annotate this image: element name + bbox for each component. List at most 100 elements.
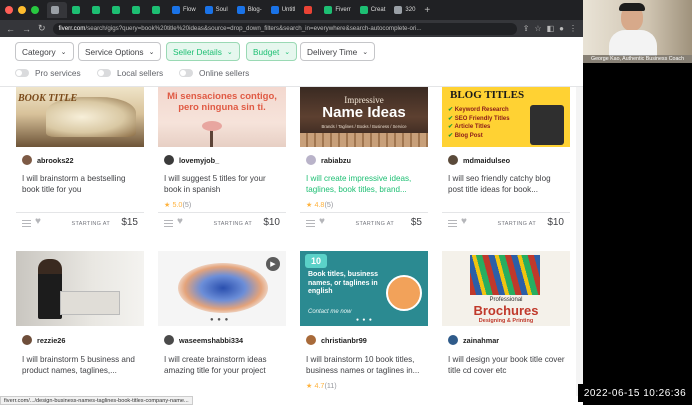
new-tab-button[interactable]: + — [424, 5, 430, 16]
gig-thumbnail[interactable]: Impressive Name Ideas Brands / Taglines … — [300, 87, 428, 147]
browser-tab[interactable]: Untitl — [267, 2, 300, 18]
gig-title[interactable]: I will brainstorm 5 business and product… — [22, 355, 142, 376]
gig-title[interactable]: I will brainstorm a bestselling book tit… — [22, 174, 142, 195]
presenter-hair — [619, 3, 645, 11]
close-window-button[interactable] — [5, 6, 13, 14]
list-icon[interactable] — [22, 220, 31, 227]
share-icon[interactable]: ⇪ — [523, 24, 530, 33]
seller-info[interactable]: christianbr99 — [306, 335, 367, 345]
gig-thumbnail[interactable]: Professional Brochures Designing & Print… — [442, 251, 570, 326]
browser-tab[interactable] — [148, 2, 167, 18]
gig-thumbnail[interactable]: ▶ ● ● ● — [158, 251, 286, 326]
filter-label: Service Options — [85, 46, 144, 57]
thumbnail-list-item: ✔ Blog Post — [448, 132, 510, 141]
gig-title[interactable]: I will create impressive ideas, taglines… — [306, 174, 426, 195]
seller-name: christianbr99 — [321, 335, 367, 345]
carousel-dots[interactable]: ● ● ● — [210, 317, 229, 323]
gig-thumbnail[interactable]: BLOG TITLES ✔ Keyword Research ✔ SEO Fri… — [442, 87, 570, 147]
browser-tab[interactable]: Fiverr — [320, 2, 354, 18]
blossom-image — [202, 121, 222, 131]
tab-favicon-icon — [394, 6, 403, 14]
tab-label: Fiverr — [335, 7, 351, 13]
desk-image — [60, 291, 120, 315]
budget-filter-button[interactable]: Budget ⌄ — [246, 42, 298, 61]
gig-thumbnail[interactable]: 10 Book titles, business names, or tagli… — [300, 251, 428, 326]
gig-thumbnail[interactable]: Mi sensaciones contigo, pero ninguna sin… — [158, 87, 286, 147]
heart-icon[interactable]: ♥ — [319, 216, 325, 227]
bookmark-star-icon[interactable]: ☆ — [534, 24, 541, 33]
seller-info[interactable]: abrooks22 — [22, 155, 74, 165]
seller-info[interactable]: waseemshabbi334 — [164, 335, 243, 345]
extensions-icon[interactable]: ◧ — [547, 24, 555, 33]
gig-title[interactable]: I will design your book title cover titl… — [448, 355, 568, 376]
thumbnail-list-item-text: Keyword Research — [454, 107, 509, 113]
list-icon[interactable] — [306, 220, 315, 227]
heart-icon[interactable]: ♥ — [461, 216, 467, 227]
tab-favicon-icon — [112, 6, 120, 14]
seller-info[interactable]: mdmaidulseo — [448, 155, 510, 165]
list-icon[interactable] — [164, 220, 173, 227]
category-filter-button[interactable]: Category ⌄ — [15, 42, 74, 61]
avatar — [448, 335, 458, 345]
gig-title[interactable]: I will seo friendly catchy blog post tit… — [448, 174, 568, 195]
browser-tab[interactable]: Soul — [201, 2, 232, 18]
gig-title[interactable]: I will suggest 5 titles for your book in… — [164, 174, 284, 195]
heart-icon[interactable]: ♥ — [35, 216, 41, 227]
toggle-switch[interactable] — [179, 69, 193, 77]
avatar — [448, 155, 458, 165]
seller-info[interactable]: rezzie26 — [22, 335, 65, 345]
browser-tab[interactable] — [128, 2, 147, 18]
browser-tab[interactable] — [68, 2, 87, 18]
pro-services-toggle[interactable]: Pro services — [15, 68, 81, 78]
gig-title[interactable]: I will brainstorm 10 book titles, busine… — [306, 355, 426, 376]
profile-icon[interactable]: ● — [559, 24, 564, 33]
toggle-switch[interactable] — [15, 69, 29, 77]
carousel-dots[interactable]: ● ● ● — [356, 317, 373, 323]
gig-thumbnail[interactable] — [16, 251, 144, 326]
local-sellers-toggle[interactable]: Local sellers — [97, 68, 163, 78]
recording-timestamp: 2022-06-15 10:26:36 — [578, 384, 692, 402]
list-icon[interactable] — [448, 220, 457, 227]
service-options-filter-button[interactable]: Service Options ⌄ — [78, 42, 162, 61]
seller-details-filter-button[interactable]: Seller Details ⌄ — [166, 42, 240, 61]
delivery-time-filter-button[interactable]: Delivery Time ⌄ — [300, 42, 376, 61]
browser-tab[interactable]: Blog- — [233, 2, 266, 18]
chevron-down-icon: ⌄ — [60, 48, 67, 56]
gig-thumbnail[interactable]: BOOK TITLE — [16, 87, 144, 147]
url-field[interactable]: fiverr.com/search/gigs?query=book%20titl… — [52, 22, 517, 35]
menu-icon[interactable]: ⋮ — [569, 24, 577, 33]
heart-icon[interactable]: ♥ — [177, 216, 183, 227]
thumbnail-list-item-text: SEO Friendly Titles — [454, 115, 510, 122]
browser-tab[interactable]: Creat — [356, 2, 390, 18]
scrollbar[interactable] — [576, 87, 583, 396]
checkmark-icon: ✔ — [448, 107, 454, 113]
reload-icon[interactable]: ↻ — [38, 23, 46, 34]
tab-favicon-icon — [270, 6, 279, 14]
seller-info[interactable]: zainahmar — [448, 335, 499, 345]
online-sellers-toggle[interactable]: Online sellers — [179, 68, 249, 78]
rating: ★ 4.8(5) — [306, 200, 333, 209]
gig-title[interactable]: I will create brainstorm ideas amazing t… — [164, 355, 284, 376]
back-icon[interactable]: ← — [6, 24, 15, 34]
seller-name: mdmaidulseo — [463, 155, 511, 165]
browser-tab[interactable] — [88, 2, 107, 18]
seller-info[interactable]: rabiabzu — [306, 155, 351, 165]
toggle-switch[interactable] — [97, 69, 111, 77]
maximize-window-button[interactable] — [31, 6, 39, 14]
browser-tab[interactable] — [47, 2, 67, 18]
play-icon[interactable]: ▶ — [266, 257, 280, 271]
seller-info[interactable]: lovemyjob_ — [164, 155, 219, 165]
browser-tab[interactable]: Flow — [168, 2, 200, 18]
browser-tab[interactable] — [300, 2, 319, 18]
forward-icon[interactable]: → — [22, 24, 31, 34]
browser-tab[interactable] — [108, 2, 127, 18]
avatar — [164, 155, 174, 165]
toggle-label: Online sellers — [199, 68, 250, 78]
tab-favicon-icon — [132, 6, 140, 14]
thumbnail-subtext: Designing & Printing — [478, 318, 534, 324]
thumbnail-number: 10 — [305, 254, 327, 268]
browser-tab[interactable]: 320 — [390, 2, 419, 18]
price: $10 — [547, 217, 564, 228]
minimize-window-button[interactable] — [18, 6, 26, 14]
tab-label: 320 — [405, 7, 416, 13]
